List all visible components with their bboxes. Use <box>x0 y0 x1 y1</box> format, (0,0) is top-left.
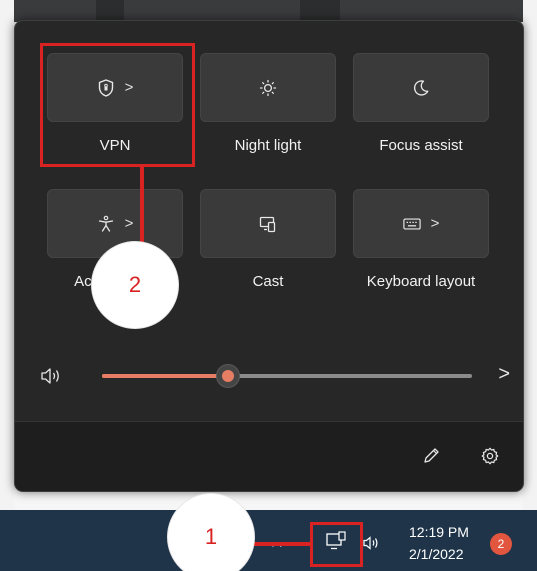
notification-badge[interactable]: 2 <box>490 533 512 555</box>
callout-2-connector <box>140 166 144 244</box>
cast-label: Cast <box>252 273 284 290</box>
focus-assist-label: Focus assist <box>379 137 463 154</box>
night-light-label: Night light <box>234 137 302 154</box>
brightness-icon <box>259 79 277 97</box>
volume-slider-row: > <box>40 361 510 391</box>
network-highlight-box <box>310 522 363 567</box>
accessibility-icon <box>97 215 115 233</box>
cast-icon <box>259 215 277 233</box>
background-window-strip <box>0 0 537 22</box>
background-left <box>0 0 14 510</box>
volume-thumb[interactable] <box>215 364 240 388</box>
accessibility-chevron-icon[interactable]: > <box>125 216 134 231</box>
gear-icon[interactable] <box>478 444 502 468</box>
volume-track-fill <box>102 374 228 378</box>
vpn-highlight-box <box>40 43 195 167</box>
background-right <box>523 0 537 510</box>
night-light-tile[interactable] <box>200 53 336 122</box>
keyboard-layout-label: Keyboard layout <box>366 273 476 290</box>
clock-date[interactable]: 2/1/2022 <box>409 546 464 562</box>
cast-tile[interactable] <box>200 189 336 258</box>
callout-1-connector <box>246 542 312 546</box>
keyboard-layout-tile[interactable]: > <box>353 189 489 258</box>
audio-output-chevron-icon[interactable]: > <box>498 363 510 386</box>
keyboard-icon <box>402 215 421 233</box>
quick-settings-footer <box>15 421 523 491</box>
moon-icon <box>412 79 430 97</box>
clock-time[interactable]: 12:19 PM <box>409 524 469 540</box>
keyboard-layout-chevron-icon[interactable]: > <box>431 216 440 231</box>
speaker-icon[interactable] <box>40 366 62 386</box>
taskbar-speaker-icon[interactable] <box>362 534 380 557</box>
pencil-icon[interactable] <box>419 444 443 468</box>
callout-step-2: 2 <box>92 242 178 328</box>
focus-assist-tile[interactable] <box>353 53 489 122</box>
callout-step-1: 1 <box>168 494 254 571</box>
